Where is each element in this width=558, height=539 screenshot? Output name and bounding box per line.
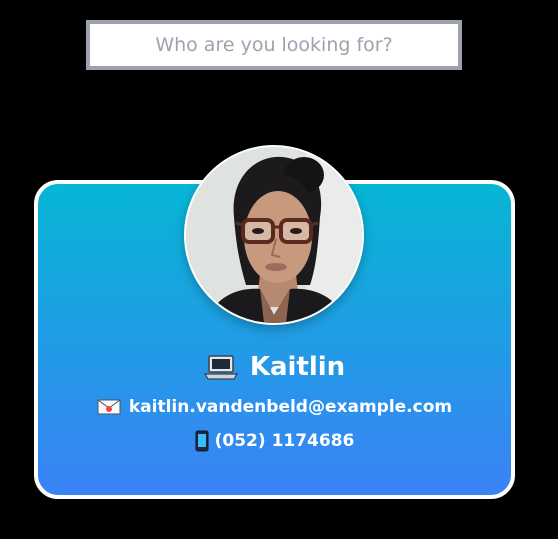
mobile-phone-icon (195, 430, 209, 452)
laptop-icon (203, 354, 238, 380)
profile-name: Kaitlin (249, 352, 346, 382)
profile-phone[interactable]: (052) 1174686 (215, 431, 355, 451)
search-input[interactable] (90, 24, 458, 66)
page: Kaitlin kaitlin.vandenbeld@example.com (… (0, 0, 558, 539)
search-box (86, 20, 462, 70)
envelope-icon (97, 398, 121, 416)
profile-email-row: kaitlin.vandenbeld@example.com (34, 393, 515, 421)
avatar-photo (186, 147, 362, 323)
profile-phone-row: (052) 1174686 (34, 427, 515, 455)
profile-email[interactable]: kaitlin.vandenbeld@example.com (129, 397, 452, 417)
avatar (184, 145, 364, 325)
profile-name-row: Kaitlin (34, 347, 515, 387)
